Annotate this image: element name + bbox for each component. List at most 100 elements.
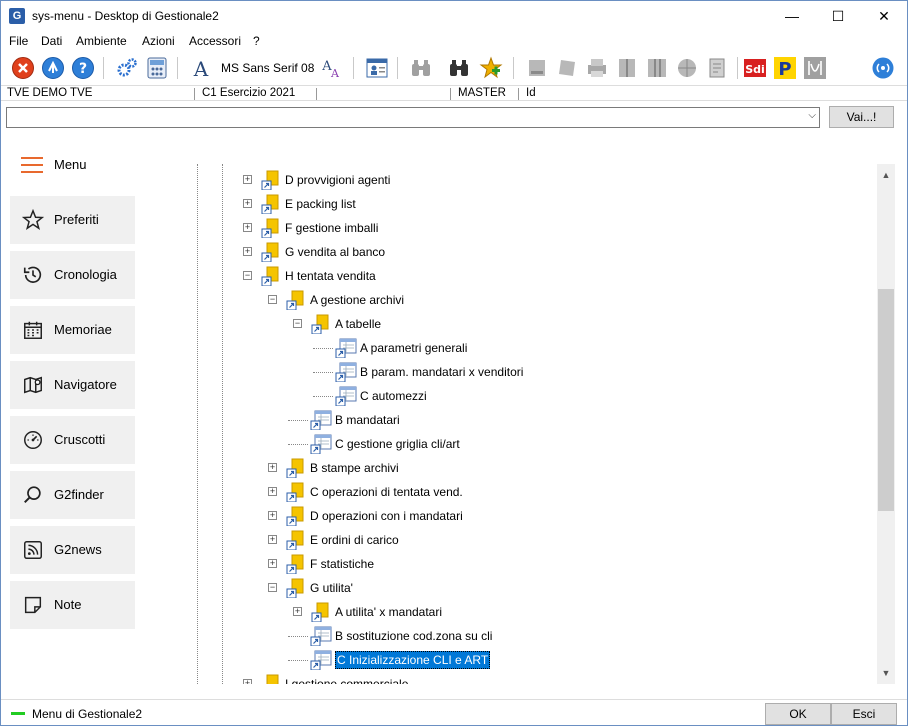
tree-folder-node[interactable]: + G vendita al banco bbox=[191, 242, 871, 263]
close-window-button[interactable]: ✕ bbox=[861, 1, 907, 31]
expand-icon[interactable]: + bbox=[268, 535, 277, 544]
expand-icon[interactable]: + bbox=[243, 223, 252, 232]
chevron-down-icon[interactable]: ⌵ bbox=[808, 110, 816, 121]
sidebar-item-cruscotti[interactable]: Cruscotti bbox=[10, 416, 135, 464]
folder-icon bbox=[311, 602, 331, 623]
go-button[interactable]: Vai...! bbox=[829, 106, 894, 128]
collapse-icon[interactable]: − bbox=[268, 295, 277, 304]
tree-folder-node[interactable]: + E ordini di carico bbox=[191, 530, 871, 551]
gray-globe-icon[interactable] bbox=[675, 56, 699, 80]
gray-book-icon[interactable] bbox=[615, 56, 639, 80]
window-title: sys-menu - Desktop di Gestionale2 bbox=[32, 9, 219, 23]
tree-program-node[interactable]: C Inizializzazione CLI e ART bbox=[191, 650, 871, 671]
calculator-icon[interactable] bbox=[145, 56, 169, 80]
tree-folder-node[interactable]: + D operazioni con i mandatari bbox=[191, 506, 871, 527]
expand-icon[interactable]: + bbox=[268, 559, 277, 568]
expand-icon[interactable]: + bbox=[268, 487, 277, 496]
tree-node-label: E packing list bbox=[285, 197, 356, 211]
sidebar-item-navigatore[interactable]: Navigatore bbox=[10, 361, 135, 409]
gray-tool-icon[interactable] bbox=[525, 56, 549, 80]
tree-program-node[interactable]: B mandatari bbox=[191, 410, 871, 431]
tree-node-label: A gestione archivi bbox=[310, 293, 405, 307]
tree-program-node[interactable]: C automezzi bbox=[191, 386, 871, 407]
tree-folder-node[interactable]: + A utilita' x mandatari bbox=[191, 602, 871, 623]
tree-folder-node[interactable]: + B stampe archivi bbox=[191, 458, 871, 479]
sidebar-item-label: G2finder bbox=[54, 487, 104, 502]
close-circle-icon[interactable] bbox=[11, 56, 35, 80]
menu-help[interactable]: ? bbox=[253, 34, 260, 48]
expand-icon[interactable]: + bbox=[243, 175, 252, 184]
menu-ambiente[interactable]: Ambiente bbox=[76, 34, 127, 48]
scroll-thumb[interactable] bbox=[878, 289, 894, 511]
gray-shape-icon[interactable] bbox=[555, 56, 579, 80]
collapse-icon[interactable]: − bbox=[293, 319, 302, 328]
tree-program-node[interactable]: B sostituzione cod.zona su cli bbox=[191, 626, 871, 647]
expand-icon[interactable]: + bbox=[268, 463, 277, 472]
hamburger-icon[interactable] bbox=[21, 157, 43, 175]
tree-node-label: F gestione imballi bbox=[285, 221, 379, 235]
title-bar[interactable]: G sys-menu - Desktop di Gestionale2 — ☐ … bbox=[1, 1, 907, 31]
binoculars-gray-icon[interactable] bbox=[409, 56, 433, 80]
tree-folder-node[interactable]: − A gestione archivi bbox=[191, 290, 871, 311]
settings-gears-icon[interactable] bbox=[115, 56, 139, 80]
exit-button[interactable]: Esci bbox=[831, 703, 897, 725]
menu-accessori[interactable]: Accessori bbox=[189, 34, 241, 48]
sidebar-item-cronologia[interactable]: Cronologia bbox=[10, 251, 135, 299]
font-name-label[interactable]: MS Sans Serif 08 bbox=[221, 61, 314, 75]
sidebar-item-preferiti[interactable]: Preferiti bbox=[10, 196, 135, 244]
ok-button[interactable]: OK bbox=[765, 703, 831, 725]
collapse-icon[interactable]: − bbox=[268, 583, 277, 592]
expand-icon[interactable]: + bbox=[268, 511, 277, 520]
expand-icon[interactable]: + bbox=[293, 607, 302, 616]
help-icon[interactable]: ? bbox=[71, 56, 95, 80]
menu-file[interactable]: File bbox=[9, 34, 28, 48]
maximize-button[interactable]: ☐ bbox=[815, 1, 861, 31]
tree-folder-node[interactable]: + E packing list bbox=[191, 194, 871, 215]
gray-book2-icon[interactable] bbox=[645, 56, 669, 80]
sidebar-item-g2news[interactable]: G2news bbox=[10, 526, 135, 574]
menu-dati[interactable]: Dati bbox=[41, 34, 62, 48]
sidebar-item-memoriae[interactable]: Memoriae bbox=[10, 306, 135, 354]
user-card-icon[interactable] bbox=[365, 56, 389, 80]
star-add-icon[interactable] bbox=[479, 56, 503, 80]
tree-scrollbar[interactable]: ▲ ▼ bbox=[877, 164, 895, 684]
navigate-icon[interactable] bbox=[41, 56, 65, 80]
minimize-button[interactable]: — bbox=[769, 1, 815, 31]
sdi-icon[interactable]: Sdi bbox=[743, 56, 767, 80]
sidebar-item-note[interactable]: Note bbox=[10, 581, 135, 629]
expand-icon[interactable]: + bbox=[243, 199, 252, 208]
tree-folder-node[interactable]: + F statistiche bbox=[191, 554, 871, 575]
expand-icon[interactable]: + bbox=[243, 247, 252, 256]
menu-tree[interactable]: + D provvigioni agenti + E packing list + F g… bbox=[191, 164, 877, 684]
tree-program-node[interactable]: A parametri generali bbox=[191, 338, 871, 359]
font-size-icon[interactable]: AA bbox=[319, 56, 343, 80]
gray-printer-icon[interactable] bbox=[585, 56, 609, 80]
tree-folder-node[interactable]: + C operazioni di tentata vend. bbox=[191, 482, 871, 503]
tree-folder-node[interactable]: + F gestione imballi bbox=[191, 218, 871, 239]
tree-connector-line bbox=[288, 420, 308, 421]
gray-document-icon[interactable] bbox=[705, 56, 729, 80]
tree-folder-node[interactable]: − G utilita' bbox=[191, 578, 871, 599]
menu-azioni[interactable]: Azioni bbox=[142, 34, 175, 48]
tree-program-node[interactable]: C gestione griglia cli/art bbox=[191, 434, 871, 455]
tree-node-label: E ordini di carico bbox=[310, 533, 399, 547]
binoculars-icon[interactable] bbox=[447, 56, 471, 80]
tree-program-node[interactable]: B param. mandatari x venditori bbox=[191, 362, 871, 383]
sidebar-item-g2finder[interactable]: G2finder bbox=[10, 471, 135, 519]
scroll-up-arrow-icon[interactable]: ▲ bbox=[877, 166, 895, 184]
expand-icon[interactable]: + bbox=[243, 679, 252, 684]
collapse-icon[interactable]: − bbox=[243, 271, 252, 280]
wireless-icon[interactable] bbox=[871, 56, 895, 80]
tree-folder-node[interactable]: − A tabelle bbox=[191, 314, 871, 335]
status-separator bbox=[518, 88, 519, 100]
font-icon[interactable]: A bbox=[189, 56, 213, 80]
svg-text:?: ? bbox=[79, 61, 87, 77]
search-combo[interactable]: ⌵ bbox=[6, 107, 820, 128]
waveform-icon[interactable] bbox=[803, 56, 827, 80]
tree-folder-node[interactable]: + D provvigioni agenti bbox=[191, 170, 871, 191]
tree-folder-node[interactable]: − H tentata vendita bbox=[191, 266, 871, 287]
p-icon[interactable]: P bbox=[773, 56, 797, 80]
scroll-down-arrow-icon[interactable]: ▼ bbox=[877, 664, 895, 682]
svg-text:P: P bbox=[778, 59, 791, 80]
tree-folder-node[interactable]: + I gestione commerciale bbox=[191, 674, 871, 684]
